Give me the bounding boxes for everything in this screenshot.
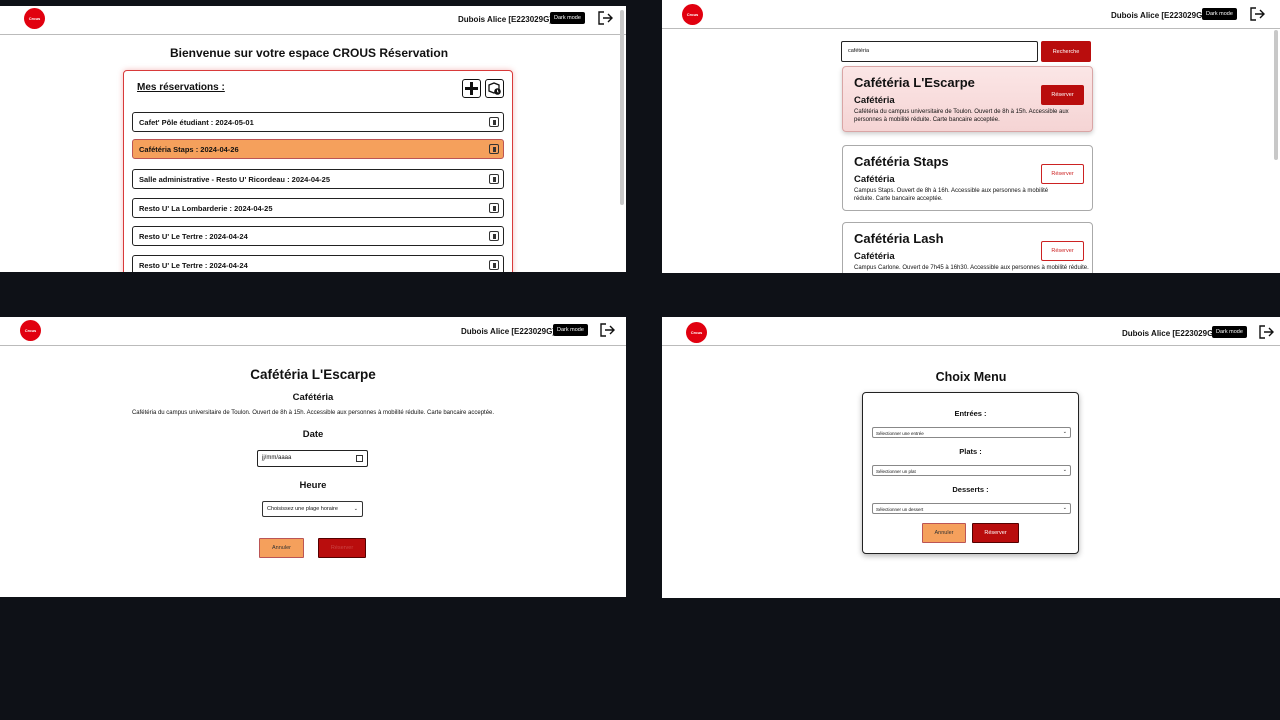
logout-icon[interactable] xyxy=(1249,7,1265,21)
entrees-label: Entrées : xyxy=(954,409,987,418)
dark-mode-button[interactable]: Dark mode xyxy=(553,324,588,336)
restaurant-type: Cafétéria xyxy=(292,392,334,403)
card-name: Cafétéria Lash xyxy=(854,231,944,246)
dark-mode-button[interactable]: Dark mode xyxy=(550,12,585,24)
card-type: Cafétéria xyxy=(854,174,895,185)
user-name: Dubois Alice [E223029G] xyxy=(458,15,552,24)
card-desc: Cafétéria du campus universitaire de Tou… xyxy=(854,109,1069,123)
page-title: Bienvenue sur votre espace CROUS Réserva… xyxy=(169,46,449,60)
reservation-row[interactable]: Resto U' La Lombarderie : 2024-04-25 xyxy=(132,198,504,218)
delete-icon[interactable] xyxy=(489,117,499,127)
time-select[interactable]: Choisissez une plage horaire ⌄ xyxy=(262,501,363,517)
search-panel: Crous Dubois Alice [E223029G] Dark mode … xyxy=(662,0,1280,273)
reservation-row[interactable]: Cafétéria Staps : 2024-04-26 xyxy=(132,139,504,159)
scrollbar[interactable] xyxy=(620,10,624,205)
delete-icon[interactable] xyxy=(489,231,499,241)
reserve-button[interactable]: Réserver xyxy=(1041,85,1084,105)
restaurant-card[interactable]: Cafétéria L'Escarpe Cafétéria Cafétéria … xyxy=(842,66,1093,132)
menu-box: Entrées : Sélectionner une entrée ⌄ Plats… xyxy=(862,392,1079,554)
calendar-icon[interactable] xyxy=(356,455,363,462)
entree-select[interactable]: Sélectionner une entrée ⌄ xyxy=(872,427,1071,438)
top-bar: Crous Dubois Alice [E223029G] Dark mode xyxy=(0,317,626,346)
reservation-row[interactable]: Resto U' Le Tertre : 2024-04-24 xyxy=(132,226,504,246)
user-name: Dubois Alice [E223029G] xyxy=(1111,11,1205,20)
reservation-row[interactable]: Resto U' Le Tertre : 2024-04-24 xyxy=(132,255,504,272)
plats-label: Plats : xyxy=(959,447,982,456)
crous-logo[interactable]: Crous xyxy=(24,8,45,29)
user-name: Dubois Alice [E223029G] xyxy=(1122,329,1216,338)
date-input[interactable]: jj/mm/aaaa xyxy=(257,450,368,467)
reserve-button[interactable]: Réserver xyxy=(972,523,1019,543)
cancel-button[interactable]: Annuler xyxy=(922,523,966,543)
top-bar: Crous Dubois Alice [E223029G] Dark mode xyxy=(662,317,1280,346)
reserve-button[interactable]: Réserver xyxy=(318,538,366,558)
box-clock-icon xyxy=(488,82,501,95)
add-reservation-button[interactable] xyxy=(462,79,481,98)
chevron-down-icon: ⌄ xyxy=(1062,467,1067,473)
reservation-row[interactable]: Cafet' Pôle étudiant : 2024-05-01 xyxy=(132,112,504,132)
menu-title: Choix Menu xyxy=(935,370,1007,384)
restaurant-card[interactable]: Cafétéria Staps Cafétéria Campus Staps. … xyxy=(842,145,1093,211)
chevron-down-icon: ⌄ xyxy=(1062,505,1067,511)
logout-icon[interactable] xyxy=(599,323,615,337)
card-desc: Campus Staps. Ouvert de 8h à 16h. Access… xyxy=(854,188,1049,202)
card-name: Cafétéria Staps xyxy=(854,154,949,169)
search-input[interactable]: cafétéria xyxy=(841,41,1038,62)
card-name: Cafétéria L'Escarpe xyxy=(854,75,975,90)
card-type: Cafétéria xyxy=(854,95,895,106)
delete-icon[interactable] xyxy=(489,174,499,184)
dessert-select[interactable]: Sélectionner un dessert ⌄ xyxy=(872,503,1071,514)
delete-icon[interactable] xyxy=(489,260,499,270)
restaurant-card[interactable]: Cafétéria Lash Cafétéria Campus Carlone.… xyxy=(842,222,1093,273)
reserve-button[interactable]: Réserver xyxy=(1041,164,1084,184)
chevron-down-icon: ⌄ xyxy=(353,506,358,512)
delete-icon[interactable] xyxy=(489,144,499,154)
plat-select[interactable]: Sélectionner un plat ⌄ xyxy=(872,465,1071,476)
restaurant-title: Cafétéria L'Escarpe xyxy=(250,367,376,382)
scrollbar[interactable] xyxy=(1274,30,1278,160)
reservations-title: Mes réservations : xyxy=(137,82,225,93)
card-type: Cafétéria xyxy=(854,251,895,262)
reservations-panel: Crous Dubois Alice [E223029G] Dark mode … xyxy=(0,6,626,272)
date-label: Date xyxy=(302,429,324,440)
time-label: Heure xyxy=(299,480,327,491)
history-button[interactable] xyxy=(485,79,504,98)
reservations-box: Mes réservations : Cafet' Pôle étudiant … xyxy=(123,70,513,272)
cancel-button[interactable]: Annuler xyxy=(259,538,304,558)
reservation-row[interactable]: Salle administrative - Resto U' Ricordea… xyxy=(132,169,504,189)
delete-icon[interactable] xyxy=(489,203,499,213)
search-button[interactable]: Recherche xyxy=(1041,41,1091,62)
crous-logo[interactable]: Crous xyxy=(686,322,707,343)
top-bar: Crous Dubois Alice [E223029G] Dark mode xyxy=(662,0,1280,29)
card-desc: Campus Carlone. Ouvert de 7h45 à 16h30. … xyxy=(854,265,1089,271)
restaurant-desc: Cafétéria du campus universitaire de Tou… xyxy=(131,410,495,416)
dark-mode-button[interactable]: Dark mode xyxy=(1212,326,1247,338)
reservation-form-panel: Crous Dubois Alice [E223029G] Dark mode … xyxy=(0,317,626,597)
desserts-label: Desserts : xyxy=(952,485,989,494)
top-bar: Crous Dubois Alice [E223029G] Dark mode xyxy=(0,6,626,35)
menu-panel: Crous Dubois Alice [E223029G] Dark mode … xyxy=(662,317,1280,598)
chevron-down-icon: ⌄ xyxy=(1062,429,1067,435)
crous-logo[interactable]: Crous xyxy=(20,320,41,341)
crous-logo[interactable]: Crous xyxy=(682,4,703,25)
logout-icon[interactable] xyxy=(597,11,613,25)
dark-mode-button[interactable]: Dark mode xyxy=(1202,8,1237,20)
logout-icon[interactable] xyxy=(1258,325,1274,339)
plus-icon xyxy=(465,82,478,95)
user-name: Dubois Alice [E223029G] xyxy=(461,327,555,336)
reserve-button[interactable]: Réserver xyxy=(1041,241,1084,261)
